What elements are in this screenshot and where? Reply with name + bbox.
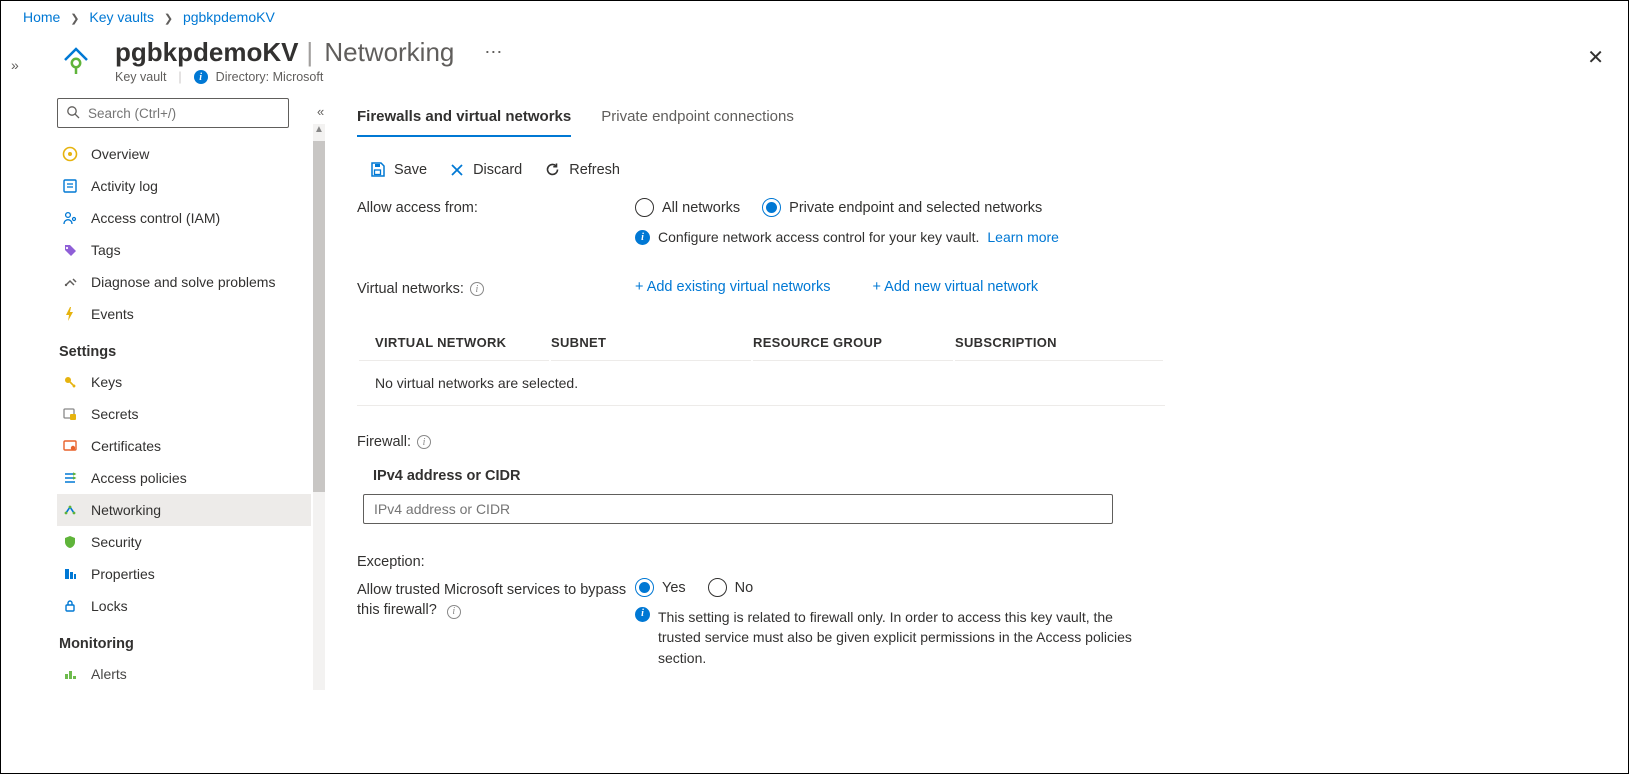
save-button[interactable]: Save [369,161,427,178]
table-header-vnet: VIRTUAL NETWORK [359,325,549,361]
radio-bypass-no[interactable]: No [708,578,754,597]
diagnose-icon [61,274,79,290]
close-icon[interactable]: ✕ [1587,45,1604,70]
breadcrumb-home[interactable]: Home [23,9,60,25]
access-info-text: Configure network access control for you… [658,229,979,245]
key-vault-icon [57,41,95,79]
access-control-icon [61,210,79,226]
info-hint-icon[interactable]: i [470,282,484,296]
sidebar-item-access-control[interactable]: Access control (IAM) [57,202,311,234]
resource-type-label: Key vault [115,70,166,84]
add-new-vnet-link[interactable]: + Add new virtual network [872,279,1038,297]
properties-icon [61,566,79,582]
sidebar-search[interactable] [57,98,289,128]
security-icon [61,534,79,550]
tab-firewalls[interactable]: Firewalls and virtual networks [357,102,571,137]
info-icon: i [635,607,650,622]
directory-label: Directory: Microsoft [216,70,324,84]
sidebar-section-settings: Settings [57,330,311,366]
sidebar-item-tags[interactable]: Tags [57,234,311,266]
scroll-up-icon[interactable]: ▲ [313,124,325,135]
certificates-icon [61,438,79,454]
radio-private-selected[interactable]: Private endpoint and selected networks [762,198,1042,217]
exception-label: Exception: [357,554,425,570]
tags-icon [61,242,79,258]
page-title: pgbkpdemoKV [115,37,298,67]
overview-icon [61,146,79,162]
learn-more-link[interactable]: Learn more [987,229,1059,245]
bypass-note: This setting is related to firewall only… [658,607,1135,668]
save-icon [369,161,386,178]
refresh-button[interactable]: Refresh [544,161,620,178]
main-panel: Firewalls and virtual networks Private e… [311,98,1511,690]
activity-log-icon [61,178,79,194]
search-input[interactable] [88,106,280,121]
tab-bar: Firewalls and virtual networks Private e… [357,102,1481,137]
ip-cidr-header: IPv4 address or CIDR [373,468,1481,484]
sidebar-item-events[interactable]: Events [57,298,311,330]
firewall-label: Firewall: [357,434,411,450]
breadcrumb-separator-icon: ❯ [164,13,173,25]
discard-icon [449,162,465,178]
sidebar-section-monitoring: Monitoring [57,622,311,658]
sidebar-item-certificates[interactable]: Certificates [57,430,311,462]
bypass-question-label: Allow trusted Microsoft services to bypa… [357,582,626,618]
sidebar-item-access-policies[interactable]: Access policies [57,462,311,494]
sidebar-item-security[interactable]: Security [57,526,311,558]
locks-icon [61,598,79,614]
sidebar-item-locks[interactable]: Locks [57,590,311,622]
secrets-icon [61,406,79,422]
virtual-networks-table: VIRTUAL NETWORK SUBNET RESOURCE GROUP SU… [357,323,1165,406]
radio-icon [708,578,727,597]
info-icon: i [194,70,208,84]
scroll-thumb[interactable] [313,141,325,492]
allow-access-label: Allow access from: [357,198,635,245]
radio-icon [635,198,654,217]
radio-icon [635,578,654,597]
breadcrumb: Home ❯ Key vaults ❯ pgbkpdemoKV [1,1,1628,29]
table-row-empty: No virtual networks are selected. [359,363,1163,403]
discard-button[interactable]: Discard [449,161,522,178]
virtual-networks-label: Virtual networks: [357,281,464,297]
info-hint-icon[interactable]: i [417,435,431,449]
more-actions-icon[interactable]: ⋯ [484,42,504,63]
radio-icon [762,198,781,217]
sidebar-item-diagnose[interactable]: Diagnose and solve problems [57,266,311,298]
ip-cidr-input[interactable] [363,494,1113,524]
search-icon [66,105,80,122]
sidebar-item-networking[interactable]: Networking [57,494,311,526]
table-header-subnet: SUBNET [551,325,751,361]
page-section-title: Networking [324,37,454,67]
info-icon: i [635,230,650,245]
sidebar-item-properties[interactable]: Properties [57,558,311,590]
events-icon [61,306,79,322]
sidebar-item-alerts[interactable]: Alerts [57,658,311,690]
tab-private-endpoint[interactable]: Private endpoint connections [601,102,794,137]
breadcrumb-separator-icon: ❯ [70,13,79,25]
radio-bypass-yes[interactable]: Yes [635,578,686,597]
radio-all-networks[interactable]: All networks [635,198,740,217]
add-existing-vnet-link[interactable]: + Add existing virtual networks [635,279,830,297]
networking-icon [61,502,79,518]
breadcrumb-resource[interactable]: pgbkpdemoKV [183,9,275,25]
info-hint-icon[interactable]: i [447,605,461,619]
collapse-sidebar-icon[interactable]: « [317,104,324,119]
sidebar-item-activity-log[interactable]: Activity log [57,170,311,202]
keys-icon [61,374,79,390]
sidebar-scrollbar[interactable]: ▲ [313,124,325,690]
table-header-rg: RESOURCE GROUP [753,325,953,361]
alerts-icon [61,666,79,682]
access-policies-icon [61,470,79,486]
sidebar-item-keys[interactable]: Keys [57,366,311,398]
sidebar-item-overview[interactable]: Overview [57,138,311,170]
refresh-icon [544,161,561,178]
breadcrumb-keyvaults[interactable]: Key vaults [89,9,154,25]
sidebar-item-secrets[interactable]: Secrets [57,398,311,430]
sidebar: « Overview Activity log [57,98,311,690]
table-header-sub: SUBSCRIPTION [955,325,1163,361]
